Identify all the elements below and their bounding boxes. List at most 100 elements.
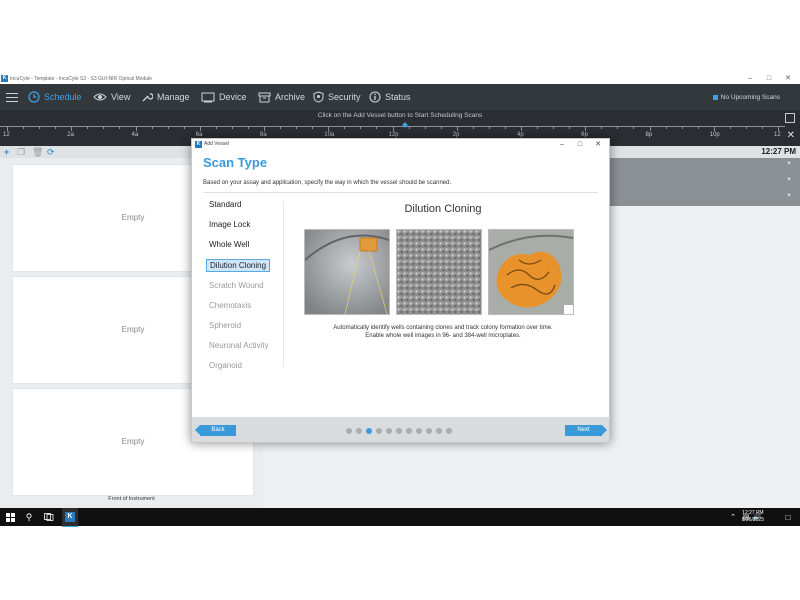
timeline-tick bbox=[23, 126, 25, 129]
dialog-titlebar: K Add Vessel – □ ✕ bbox=[192, 139, 609, 150]
step-dot bbox=[426, 428, 432, 434]
copy-icon[interactable]: ❐ bbox=[17, 146, 25, 158]
timeline-tick bbox=[264, 126, 265, 131]
add-vessel-dialog: K Add Vessel – □ ✕ Scan Type Based on yo… bbox=[191, 138, 610, 443]
menu-icon[interactable] bbox=[6, 90, 18, 104]
dialog-minimize-icon[interactable]: – bbox=[554, 139, 570, 150]
next-button[interactable]: Next bbox=[565, 425, 607, 436]
nav-label: Device bbox=[219, 92, 247, 102]
refresh-icon[interactable]: ⟳ bbox=[47, 146, 55, 158]
chevron-down-icon[interactable]: ▼ bbox=[786, 193, 792, 199]
step-dot bbox=[416, 428, 422, 434]
step-dot bbox=[346, 428, 352, 434]
close-icon[interactable]: ✕ bbox=[780, 74, 796, 84]
nav-manage[interactable]: Manage bbox=[141, 84, 190, 110]
timeline-tick bbox=[585, 126, 587, 131]
divider bbox=[203, 192, 598, 193]
timeline-tick bbox=[167, 126, 169, 129]
close-timeline-icon[interactable]: ✕ bbox=[787, 130, 795, 141]
dialog-title: Scan Type bbox=[203, 155, 268, 170]
add-vessel-icon[interactable]: + bbox=[4, 146, 9, 158]
dialog-description: Based on your assay and application, spe… bbox=[203, 180, 452, 186]
scan-type-whole-well[interactable]: Whole Well bbox=[206, 239, 252, 250]
nav-archive[interactable]: Archive bbox=[258, 84, 305, 110]
step-dot bbox=[446, 428, 452, 434]
timeline-tick bbox=[231, 126, 233, 129]
taskbar-clock[interactable]: 12:27 PM 8/26/2025 bbox=[742, 510, 764, 523]
timeline-tick bbox=[488, 126, 490, 129]
timeline-tick bbox=[312, 126, 314, 129]
incucyte-taskbar-button[interactable]: K bbox=[62, 508, 78, 527]
eye-icon bbox=[93, 93, 107, 101]
main-nav: Schedule View Manage Device Archive Secu… bbox=[0, 84, 800, 110]
scan-type-description-line1: Automatically identify wells containing … bbox=[333, 325, 553, 331]
timeline-tick-label: 2a bbox=[67, 132, 74, 138]
maximize-icon[interactable]: □ bbox=[761, 74, 777, 84]
scan-type-scratch-wound: Scratch Wound bbox=[209, 281, 264, 290]
step-dot bbox=[366, 428, 372, 434]
search-icon[interactable]: ⚲ bbox=[22, 508, 36, 526]
nav-device[interactable]: Device bbox=[201, 84, 247, 110]
timeline-tick bbox=[440, 126, 442, 129]
timeline-tick bbox=[537, 126, 539, 129]
timeline-tick bbox=[553, 126, 555, 129]
back-button[interactable]: Back bbox=[195, 425, 236, 436]
nav-label: Status bbox=[385, 92, 411, 102]
timeline-tick bbox=[601, 126, 603, 129]
chevron-down-icon[interactable]: ▼ bbox=[786, 177, 792, 183]
notifications-icon[interactable]: □ bbox=[782, 508, 794, 526]
timeline-tick bbox=[119, 126, 121, 129]
upcoming-scans-indicator: No Upcoming Scans bbox=[712, 84, 780, 110]
nav-status[interactable]: Status bbox=[369, 84, 411, 110]
timeline-tick bbox=[424, 126, 426, 129]
taskbar-date: 8/26/2025 bbox=[741, 516, 764, 523]
start-button[interactable] bbox=[4, 508, 16, 526]
dialog-close-icon[interactable]: ✕ bbox=[590, 139, 606, 150]
save-icon[interactable] bbox=[785, 113, 795, 123]
timeline-tick bbox=[87, 126, 89, 129]
timeline-tick bbox=[761, 126, 763, 129]
timeline-message: Click on the Add Vessel button to Start … bbox=[317, 112, 483, 119]
minimize-icon[interactable]: – bbox=[742, 74, 758, 84]
step-dot bbox=[396, 428, 402, 434]
tray-chevron-up-icon[interactable]: ⌃ bbox=[728, 508, 738, 526]
clock-icon bbox=[28, 91, 40, 103]
windows-icon bbox=[5, 512, 15, 522]
dialog-maximize-icon[interactable]: □ bbox=[572, 139, 588, 150]
wrench-icon bbox=[142, 93, 153, 102]
timeline-tick bbox=[247, 126, 249, 129]
nav-label: Schedule bbox=[44, 92, 82, 102]
chevron-down-icon[interactable]: ▼ bbox=[786, 161, 792, 167]
scan-type-chemotaxis: Chemotaxis bbox=[209, 301, 252, 310]
scan-type-organoid: Organoid bbox=[209, 361, 242, 370]
timeline-tick bbox=[392, 126, 394, 131]
window-titlebar: K IncuCyte - Template - IncuCyte S3 - S3… bbox=[0, 74, 800, 84]
timeline-tick bbox=[296, 126, 298, 129]
timeline-tick bbox=[521, 126, 522, 131]
timeline-tick bbox=[328, 126, 330, 131]
timeline-tick bbox=[344, 126, 346, 129]
cell-texture-image bbox=[396, 229, 482, 315]
shield-icon bbox=[313, 91, 324, 103]
trash-icon[interactable]: 🗑 bbox=[32, 146, 43, 158]
step-dot bbox=[376, 428, 382, 434]
nav-label: View bbox=[111, 92, 131, 102]
timeline-tick bbox=[569, 126, 571, 129]
timeline-tick bbox=[745, 126, 747, 129]
nav-schedule[interactable]: Schedule bbox=[28, 84, 82, 110]
timeline-tick bbox=[649, 126, 651, 131]
dialog-footer: Back Next bbox=[192, 417, 609, 442]
nav-view[interactable]: View bbox=[93, 84, 130, 110]
timeline-tick bbox=[408, 126, 410, 129]
step-dot bbox=[386, 428, 392, 434]
scan-type-dilution-cloning[interactable]: Dilution Cloning bbox=[206, 259, 271, 272]
current-time: 12:27 PM bbox=[761, 147, 796, 156]
task-view-icon[interactable] bbox=[42, 508, 56, 526]
nav-security[interactable]: Security bbox=[313, 84, 361, 110]
scan-type-neuronal-activity: Neuronal Activity bbox=[209, 341, 269, 350]
timeline-tick bbox=[280, 126, 282, 129]
info-icon bbox=[369, 91, 381, 103]
taskbar-time: 12:27 PM bbox=[742, 510, 764, 516]
scan-type-image-lock[interactable]: Image Lock bbox=[206, 219, 253, 230]
scan-type-standard[interactable]: Standard bbox=[206, 199, 244, 210]
